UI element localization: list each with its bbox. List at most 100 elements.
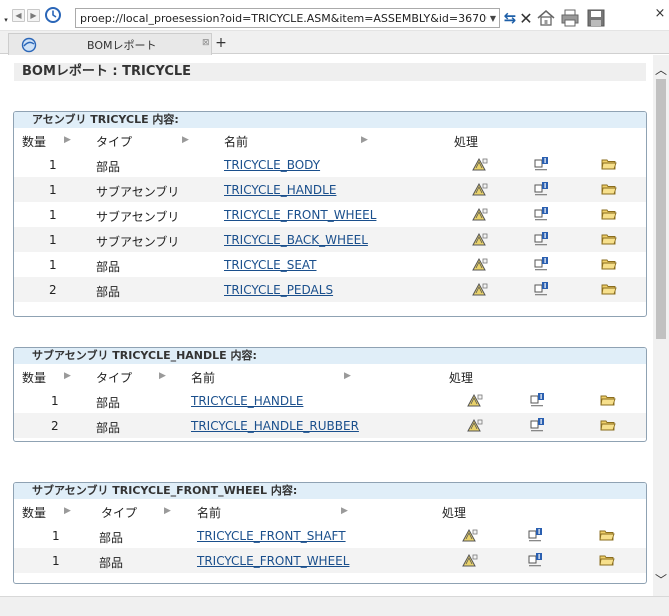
section-subassembly-front-wheel: サブアセンブリ TRICYCLE_FRONT_WHEEL 内容: 数量 ▶ タイ… (13, 482, 647, 584)
column-name[interactable]: 名前 (224, 133, 248, 150)
highlight-icon[interactable] (467, 392, 483, 408)
row-name-link[interactable]: TRICYCLE_BACK_WHEEL (224, 233, 368, 247)
highlight-icon[interactable] (462, 552, 478, 568)
row-type: 部品 (96, 160, 121, 174)
row-name-link[interactable]: TRICYCLE_FRONT_WHEEL (224, 208, 376, 222)
scroll-up-icon[interactable]: ︿ (653, 61, 669, 77)
row-type: サブアセンブリ (96, 210, 180, 224)
scroll-down-icon[interactable]: ﹀ (653, 571, 669, 587)
toolbar-menu-dropdown[interactable]: ▾ (2, 11, 10, 29)
forward-button[interactable]: ▶ (27, 8, 40, 22)
column-qty[interactable]: 数量 (22, 369, 46, 386)
column-header-row: 数量 ▶ タイプ ▶ 名前 ▶ 処理 (14, 499, 646, 523)
open-folder-icon[interactable] (601, 181, 617, 197)
row-qty: 2 (51, 419, 59, 433)
highlight-icon[interactable] (472, 181, 488, 197)
sort-arrow-icon[interactable]: ▶ (64, 135, 71, 145)
info-icon[interactable] (534, 181, 550, 197)
info-icon[interactable] (534, 231, 550, 247)
tab-bom-report[interactable]: BOMレポート ⊠ (8, 33, 212, 55)
sort-arrow-icon[interactable]: ▶ (164, 506, 171, 516)
open-folder-icon[interactable] (601, 281, 617, 297)
sort-arrow-icon[interactable]: ▶ (159, 371, 166, 381)
row-qty: 1 (49, 158, 57, 172)
open-folder-icon[interactable] (601, 206, 617, 222)
open-folder-icon[interactable] (599, 527, 615, 543)
open-folder-icon[interactable] (600, 392, 616, 408)
sort-arrow-icon[interactable]: ▶ (64, 371, 71, 381)
sort-arrow-icon[interactable]: ▶ (361, 135, 368, 145)
row-name-link[interactable]: TRICYCLE_HANDLE (191, 394, 303, 408)
new-tab-button[interactable]: + (213, 35, 229, 51)
row-name-link[interactable]: TRICYCLE_FRONT_SHAFT (197, 529, 346, 543)
open-folder-icon[interactable] (600, 417, 616, 433)
sort-arrow-icon[interactable]: ▶ (182, 135, 189, 145)
row-name-link[interactable]: TRICYCLE_PEDALS (224, 283, 333, 297)
home-icon (537, 10, 555, 26)
column-name[interactable]: 名前 (197, 504, 221, 521)
row-qty: 1 (49, 233, 57, 247)
column-qty[interactable]: 数量 (22, 133, 46, 150)
info-icon[interactable] (528, 552, 544, 568)
row-qty: 1 (49, 258, 57, 272)
address-dropdown-icon[interactable]: ▼ (487, 14, 499, 23)
history-button[interactable] (43, 5, 63, 25)
info-icon[interactable] (528, 527, 544, 543)
column-header-row: 数量 ▶ タイプ ▶ 名前 ▶ 処理 (14, 364, 646, 388)
creo-browser-icon (21, 37, 37, 52)
info-icon[interactable] (534, 206, 550, 222)
sort-arrow-icon[interactable]: ▶ (341, 506, 348, 516)
sort-arrow-icon[interactable]: ▶ (344, 371, 351, 381)
table-row: 2 部品 TRICYCLE_PEDALS (14, 277, 646, 302)
column-type[interactable]: タイプ (96, 133, 132, 150)
row-name-link[interactable]: TRICYCLE_HANDLE (224, 183, 336, 197)
back-button[interactable]: ◀ (12, 8, 25, 22)
open-folder-icon[interactable] (599, 552, 615, 568)
address-bar[interactable]: proep://local_proesession?oid=TRICYCLE.A… (75, 8, 500, 28)
row-name-link[interactable]: TRICYCLE_BODY (224, 158, 320, 172)
info-icon[interactable] (530, 392, 546, 408)
open-folder-icon[interactable] (601, 256, 617, 272)
close-window-button[interactable]: × (653, 6, 667, 21)
vertical-scrollbar[interactable]: ︿ ﹀ (653, 55, 669, 596)
info-icon[interactable] (530, 417, 546, 433)
highlight-icon[interactable] (472, 256, 488, 272)
highlight-icon[interactable] (472, 156, 488, 172)
section-header: アセンブリ TRICYCLE 内容: (14, 112, 646, 128)
info-icon[interactable] (534, 156, 550, 172)
column-name[interactable]: 名前 (191, 369, 215, 386)
open-folder-icon[interactable] (601, 156, 617, 172)
row-name-link[interactable]: TRICYCLE_FRONT_WHEEL (197, 554, 349, 568)
save-button[interactable] (585, 7, 607, 29)
highlight-icon[interactable] (472, 206, 488, 222)
highlight-icon[interactable] (472, 281, 488, 297)
home-button[interactable] (535, 7, 557, 29)
page-viewport: BOMレポート : TRICYCLE アセンブリ TRICYCLE 内容: 数量… (0, 55, 653, 596)
sort-arrow-icon[interactable]: ▶ (64, 506, 71, 516)
column-action: 処理 (449, 371, 474, 385)
row-type: 部品 (96, 260, 121, 274)
highlight-icon[interactable] (472, 231, 488, 247)
column-type[interactable]: タイプ (96, 369, 132, 386)
stop-button[interactable]: ✕ (517, 9, 535, 28)
open-folder-icon[interactable] (601, 231, 617, 247)
tab-close-icon[interactable]: ⊠ (202, 38, 212, 48)
highlight-icon[interactable] (462, 527, 478, 543)
address-input[interactable]: proep://local_proesession?oid=TRICYCLE.A… (76, 12, 487, 25)
row-name-link[interactable]: TRICYCLE_HANDLE_RUBBER (191, 419, 359, 433)
info-icon[interactable] (534, 281, 550, 297)
row-qty: 1 (52, 554, 60, 568)
column-action: 処理 (442, 506, 467, 520)
table-row: 2 部品 TRICYCLE_HANDLE_RUBBER (14, 413, 646, 438)
row-qty: 1 (51, 394, 59, 408)
scroll-thumb[interactable] (656, 79, 666, 339)
row-qty: 1 (49, 208, 57, 222)
section-subassembly-handle: サブアセンブリ TRICYCLE_HANDLE 内容: 数量 ▶ タイプ ▶ 名… (13, 347, 647, 442)
highlight-icon[interactable] (467, 417, 483, 433)
print-button[interactable] (559, 7, 581, 29)
row-name-link[interactable]: TRICYCLE_SEAT (224, 258, 317, 272)
table-row: 1 部品 TRICYCLE_HANDLE (14, 388, 646, 413)
info-icon[interactable] (534, 256, 550, 272)
column-type[interactable]: タイプ (101, 504, 137, 521)
column-qty[interactable]: 数量 (22, 504, 46, 521)
